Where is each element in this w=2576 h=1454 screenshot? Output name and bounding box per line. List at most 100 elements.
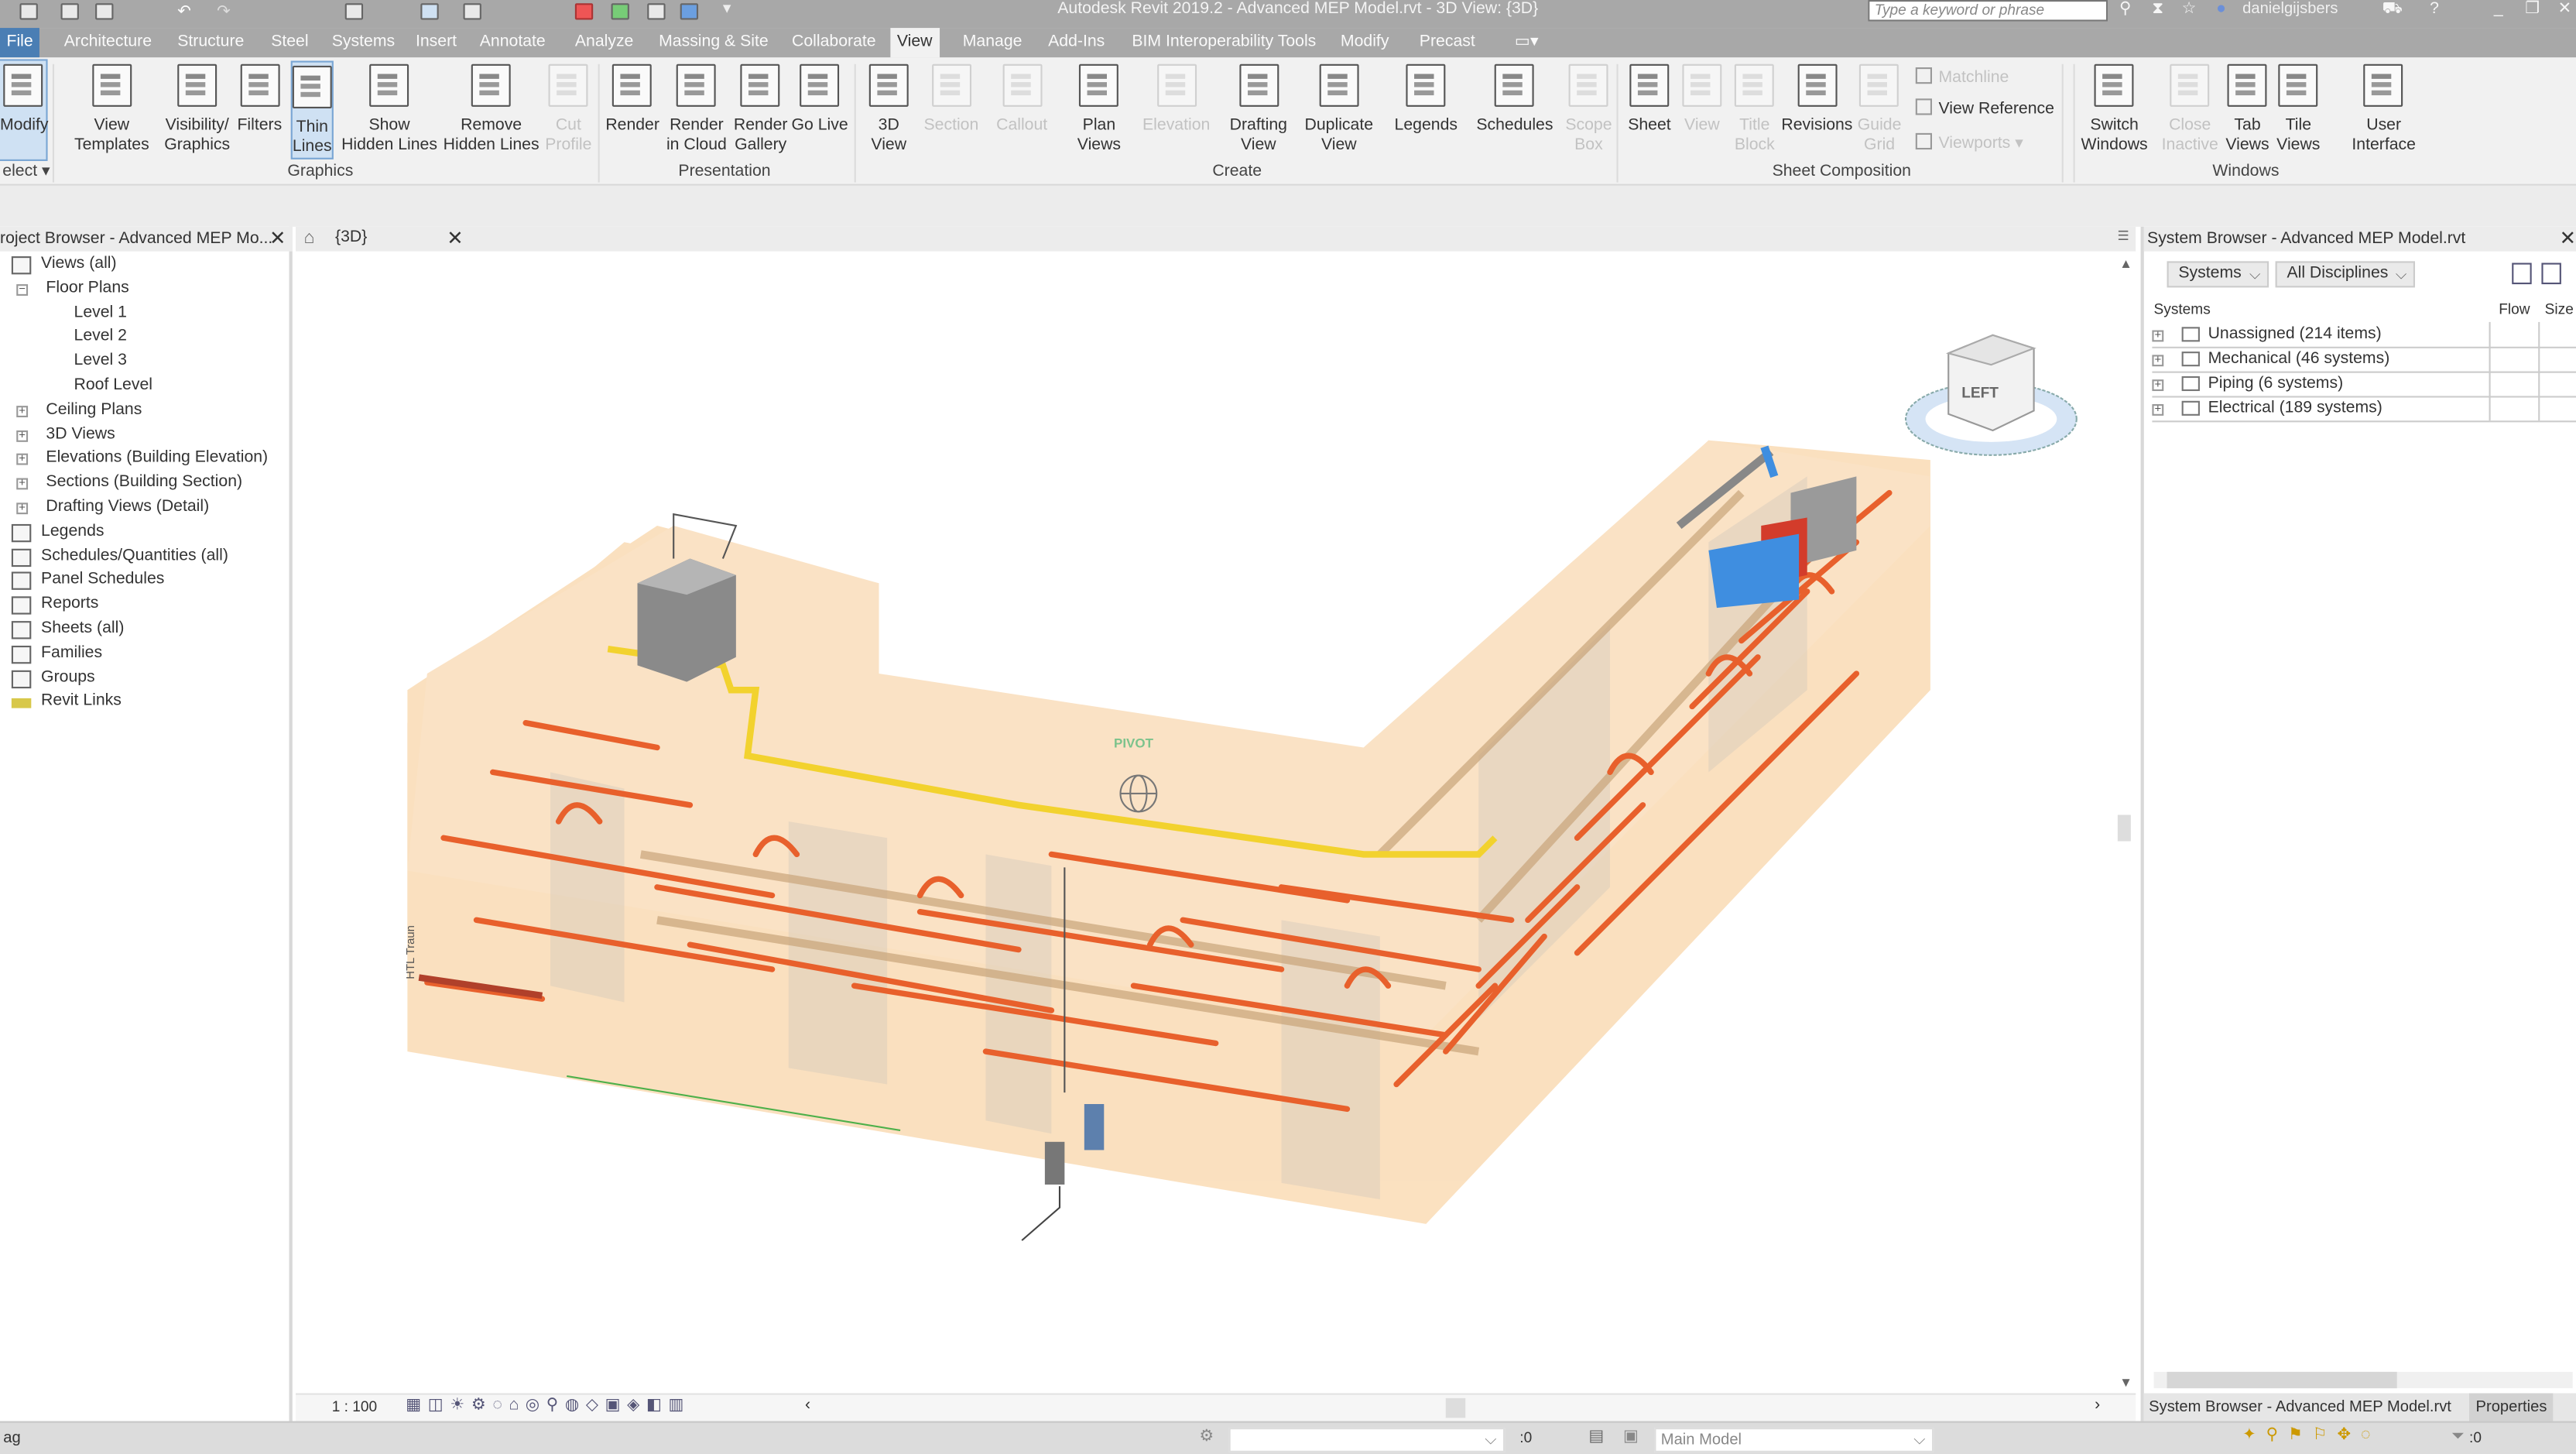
vertical-scrollbar[interactable] bbox=[2117, 814, 2131, 842]
title-block-button[interactable]: Title Block bbox=[1735, 61, 1775, 156]
scroll-left-icon[interactable]: ‹ bbox=[805, 1397, 810, 1415]
show-hidden-lines-button[interactable]: Show Hidden Lines bbox=[341, 61, 437, 156]
tree-item[interactable]: Families bbox=[41, 642, 102, 665]
tab-structure[interactable]: Structure bbox=[171, 28, 251, 57]
thin-lines-qat-icon[interactable] bbox=[420, 3, 439, 20]
tree-item[interactable]: Ceiling Plans bbox=[46, 399, 142, 422]
tree-item[interactable]: Sheets (all) bbox=[41, 618, 124, 641]
tab-massing-site[interactable]: Massing & Site bbox=[653, 28, 776, 57]
render-gallery-button[interactable]: Render Gallery bbox=[734, 61, 788, 156]
tree-item[interactable]: Schedules/Quantities (all) bbox=[41, 545, 228, 568]
tree-item[interactable]: Floor Plans bbox=[46, 277, 128, 300]
modify-button[interactable]: Modify bbox=[0, 59, 49, 161]
tab-bim-interoperability-tools[interactable]: BIM Interoperability Tools bbox=[1125, 28, 1323, 57]
3d-view-qat-icon[interactable] bbox=[344, 3, 364, 20]
tab-manage[interactable]: Manage bbox=[956, 28, 1029, 57]
disciplines-dropdown[interactable]: All Disciplines ⌵ bbox=[2275, 261, 2416, 288]
tab-system-browser[interactable]: System Browser - Advanced MEP Model.rvt bbox=[2149, 1393, 2451, 1421]
redo-icon[interactable]: ↷ bbox=[217, 3, 235, 21]
remove-hidden-lines-button[interactable]: Remove Hidden Lines bbox=[444, 61, 540, 156]
schedules-button[interactable]: Schedules bbox=[1476, 61, 1553, 137]
tab-steel[interactable]: Steel bbox=[265, 28, 315, 57]
drafting-view-button[interactable]: Drafting View bbox=[1230, 61, 1287, 156]
tab-add-ins[interactable]: Add-Ins bbox=[1042, 28, 1112, 57]
revisions-button[interactable]: Revisions bbox=[1781, 61, 1852, 137]
tree-item[interactable]: Reports bbox=[41, 593, 98, 616]
tree-item[interactable]: Elevations (Building Elevation) bbox=[46, 448, 268, 471]
tab-view[interactable]: View bbox=[890, 28, 939, 58]
scroll-down-icon[interactable]: ▼ bbox=[2119, 1375, 2132, 1390]
favorites-star-icon[interactable]: ☆ bbox=[2182, 0, 2197, 18]
tree-item[interactable]: Groups bbox=[41, 667, 95, 690]
filter-icon[interactable]: ⏷ bbox=[2451, 1428, 2465, 1445]
user-interface-button[interactable]: User Interface bbox=[2352, 61, 2416, 156]
matchline-button[interactable]: Matchline bbox=[1915, 67, 2009, 87]
selection-filter-icons[interactable]: ✦⚲⚑⚐✥◌ bbox=[2242, 1426, 2380, 1444]
viewcube[interactable]: LEFT bbox=[1904, 334, 2078, 456]
app-menu-icon[interactable] bbox=[19, 3, 38, 20]
tree-item[interactable]: Level 3 bbox=[74, 350, 127, 373]
tab-systems[interactable]: Systems bbox=[325, 28, 401, 57]
close-inactive-button[interactable]: Close Inactive bbox=[2162, 61, 2218, 156]
viewports-button[interactable]: Viewports ▾ bbox=[1915, 132, 2023, 153]
workset-dropdown[interactable]: ⌵ bbox=[1228, 1428, 1506, 1452]
user-icon[interactable]: ● bbox=[2216, 0, 2226, 18]
plan-views-button[interactable]: Plan Views bbox=[1077, 61, 1121, 156]
binoculars-icon[interactable]: ⚲ bbox=[2119, 0, 2132, 18]
duplicate-view-button[interactable]: Duplicate View bbox=[1305, 61, 1373, 156]
section-button[interactable]: Section bbox=[923, 61, 978, 137]
horizontal-scrollbar[interactable] bbox=[1445, 1397, 1466, 1418]
expand-icon[interactable]: + bbox=[16, 454, 29, 466]
expand-icon[interactable]: + bbox=[16, 478, 29, 490]
system-row[interactable]: + Mechanical (46 systems) bbox=[2152, 348, 2576, 373]
tree-item[interactable]: Panel Schedules bbox=[41, 569, 164, 592]
qat-customize-icon[interactable]: ▾ bbox=[723, 0, 731, 18]
tree-item[interactable]: 3D Views bbox=[46, 424, 115, 447]
tab-views-button[interactable]: Tab Views bbox=[2225, 61, 2269, 156]
view-menu-icon[interactable]: ☰ bbox=[2117, 228, 2129, 243]
3d-view-button[interactable]: 3D View bbox=[868, 61, 909, 156]
panel-label[interactable]: elect ▾ bbox=[2, 163, 50, 180]
tree-item[interactable]: Roof Level bbox=[74, 375, 152, 398]
system-row[interactable]: + Piping (6 systems) bbox=[2152, 373, 2576, 398]
close-hidden-icon[interactable] bbox=[463, 3, 481, 20]
3d-viewport[interactable]: PIVOT HTL Traun LEFT ▲ ▼ bbox=[296, 251, 2136, 1394]
guide-grid-button[interactable]: Guide Grid bbox=[1858, 61, 1901, 156]
tab-properties[interactable]: Properties bbox=[2469, 1393, 2554, 1421]
save-icon[interactable] bbox=[95, 3, 114, 20]
exclude-options-icon[interactable]: ▣ bbox=[1623, 1428, 1639, 1445]
open-icon[interactable] bbox=[60, 3, 79, 20]
render-in-cloud-button[interactable]: Render in Cloud bbox=[666, 61, 727, 156]
ribbon-minimize-icon[interactable]: ▭▾ bbox=[1508, 28, 1545, 57]
elevation-button[interactable]: Elevation bbox=[1142, 61, 1210, 137]
tab-annotate[interactable]: Annotate bbox=[473, 28, 552, 57]
close-icon[interactable]: ✕ bbox=[2560, 227, 2576, 252]
user-name[interactable]: danielgijsbers bbox=[2242, 0, 2338, 18]
callout-button[interactable]: Callout bbox=[996, 61, 1047, 137]
filters-button[interactable]: Filters bbox=[237, 61, 282, 137]
sync-icon[interactable] bbox=[611, 3, 629, 20]
tab-file[interactable]: File bbox=[0, 28, 40, 58]
view-control-icons[interactable]: ▦◫☀⚙◌⌂◎⚲◍◇▣◈◧▥ bbox=[406, 1397, 690, 1415]
design-options-icon[interactable]: ▤ bbox=[1588, 1428, 1604, 1445]
scroll-right-icon[interactable]: › bbox=[2095, 1397, 2100, 1415]
expand-icon[interactable]: + bbox=[16, 430, 29, 441]
tab-precast[interactable]: Precast bbox=[1413, 28, 1482, 57]
undo-icon[interactable]: ↶ bbox=[177, 3, 195, 21]
tree-item[interactable]: Drafting Views (Detail) bbox=[46, 496, 209, 520]
view-scale[interactable]: 1 : 100 bbox=[332, 1398, 377, 1415]
scope-box-button[interactable]: Scope Box bbox=[1565, 61, 1612, 156]
cart-icon[interactable]: ⛟ bbox=[2382, 0, 2403, 18]
search-input[interactable]: Type a keyword or phrase bbox=[1868, 0, 2108, 22]
tab-collaborate[interactable]: Collaborate bbox=[786, 28, 883, 57]
switch-windows-button[interactable]: Switch Windows bbox=[2081, 61, 2148, 156]
view-tab-3d[interactable]: {3D} bbox=[335, 228, 367, 246]
tree-item[interactable]: Views (all) bbox=[41, 253, 117, 276]
system-row[interactable]: + Electrical (189 systems) bbox=[2152, 398, 2576, 423]
tree-item[interactable]: Level 2 bbox=[74, 326, 127, 349]
scroll-up-icon[interactable]: ▲ bbox=[2119, 256, 2132, 271]
systems-dropdown[interactable]: Systems ⌵ bbox=[2167, 261, 2269, 288]
tab-insert[interactable]: Insert bbox=[409, 28, 463, 57]
tab-analyze[interactable]: Analyze bbox=[568, 28, 639, 57]
tab-architecture[interactable]: Architecture bbox=[57, 28, 158, 57]
